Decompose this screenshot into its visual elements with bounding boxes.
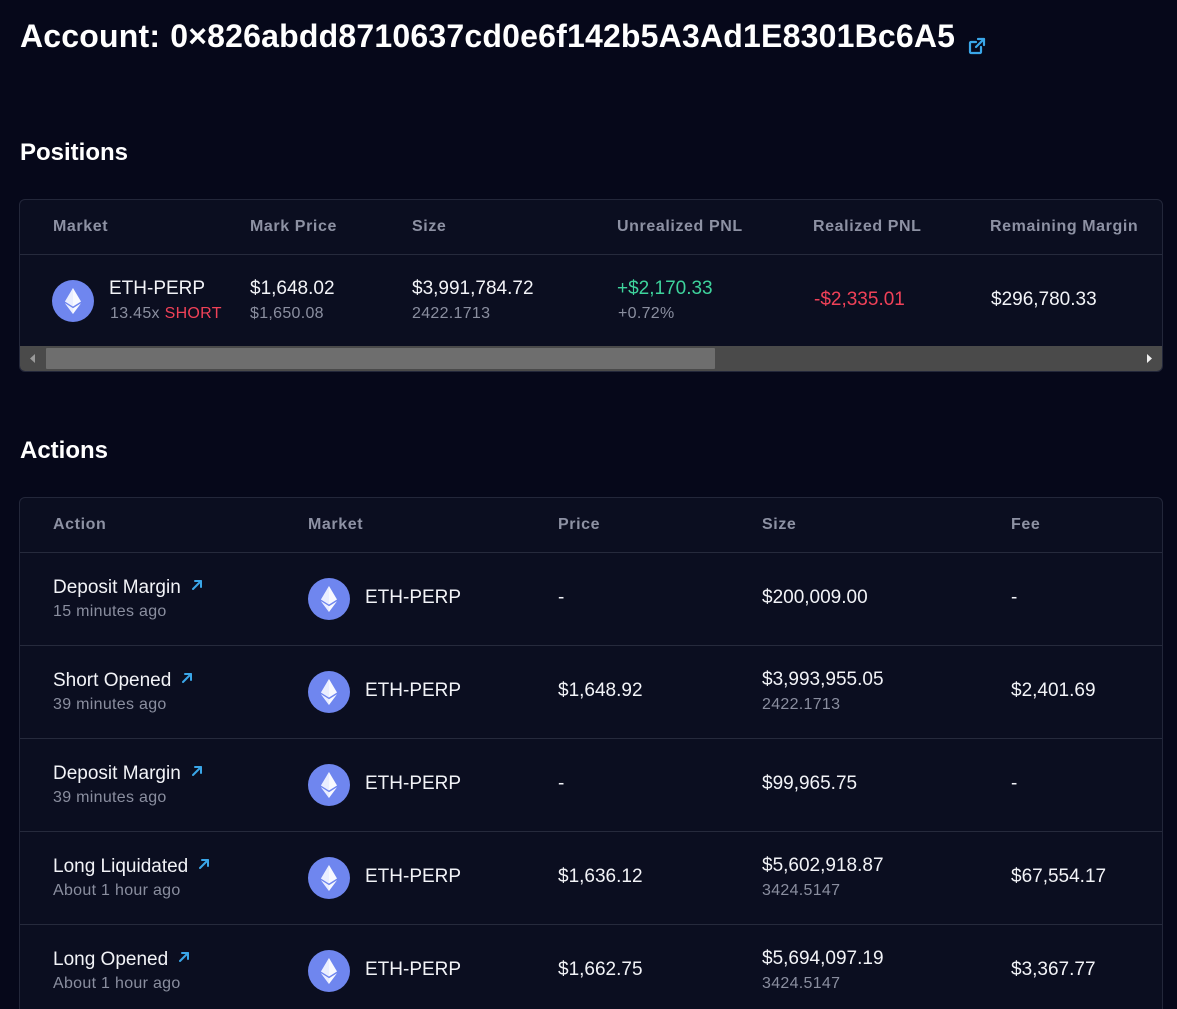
action-name[interactable]: Long Liquidated	[53, 855, 211, 878]
action-size: $5,694,097.19	[762, 948, 884, 969]
ethereum-icon	[52, 280, 94, 322]
unrealized-pnl-pct: +0.72%	[618, 305, 675, 322]
action-size-units: 3424.5147	[762, 975, 841, 992]
action-row[interactable]: Short Opened 39 minutes ago ETH-PERP $1,…	[20, 646, 1162, 739]
position-size-usd: $3,991,784.72	[412, 278, 534, 299]
action-time: 39 minutes ago	[53, 696, 167, 713]
arrow-up-right-icon[interactable]	[197, 855, 211, 869]
page-title: Account: 0×826abdd8710637cd0e6f142b5A3Ad…	[20, 18, 987, 55]
action-label: Deposit Margin	[53, 577, 181, 598]
action-fee: $2,401.69	[1011, 680, 1096, 701]
action-name[interactable]: Deposit Margin	[53, 576, 204, 599]
ethereum-icon	[308, 950, 350, 992]
action-size: $3,993,955.05	[762, 669, 884, 690]
ethereum-icon	[308, 857, 350, 899]
action-label: Long Opened	[53, 949, 169, 970]
index-price: $1,650.08	[250, 305, 324, 322]
action-label: Long Liquidated	[53, 856, 189, 877]
action-price: -	[558, 587, 565, 608]
col-mark-price: Mark Price	[250, 218, 337, 235]
account-label: Account:	[20, 18, 161, 54]
action-name[interactable]: Short Opened	[53, 669, 194, 692]
action-size: $99,965.75	[762, 773, 858, 794]
arrow-up-right-icon[interactable]	[180, 669, 194, 683]
actions-title: Actions	[20, 437, 109, 464]
scroll-right-button[interactable]	[1137, 346, 1162, 371]
action-label: Deposit Margin	[53, 763, 181, 784]
position-row[interactable]: ETH-PERP 13.45x SHORT $1,648.02 $1,650.0…	[20, 255, 1162, 346]
action-price: $1,636.12	[558, 866, 643, 887]
action-time: 39 minutes ago	[53, 789, 167, 806]
action-time: About 1 hour ago	[53, 882, 181, 899]
action-size-units: 2422.1713	[762, 696, 841, 713]
external-link-icon[interactable]	[967, 27, 987, 54]
action-size: $200,009.00	[762, 587, 868, 608]
col-unrealized-pnl: Unrealized PNL	[617, 218, 743, 235]
col-size: Size	[762, 516, 797, 533]
col-remaining-margin: Remaining Margin	[990, 218, 1139, 235]
horizontal-scrollbar[interactable]	[20, 346, 1162, 371]
position-side: SHORT	[164, 305, 222, 322]
col-fee: Fee	[1011, 516, 1041, 533]
action-fee: -	[1011, 587, 1018, 608]
action-market: ETH-PERP	[365, 866, 462, 887]
arrow-up-right-icon[interactable]	[177, 948, 191, 962]
action-market: ETH-PERP	[365, 587, 462, 608]
actions-table: Action Market Price Size Fee Deposit Mar…	[19, 497, 1163, 1009]
position-market: ETH-PERP	[109, 278, 206, 299]
position-size-units: 2422.1713	[412, 305, 491, 322]
action-name[interactable]: Long Opened	[53, 948, 191, 971]
action-market: ETH-PERP	[365, 773, 462, 794]
action-time: About 1 hour ago	[53, 975, 181, 992]
position-leverage-side: 13.45x SHORT	[110, 305, 222, 323]
action-name[interactable]: Deposit Margin	[53, 762, 204, 785]
action-fee: $67,554.17	[1011, 866, 1107, 887]
col-market: Market	[53, 218, 109, 235]
positions-title: Positions	[20, 139, 129, 166]
action-row[interactable]: Long Liquidated About 1 hour ago ETH-PER…	[20, 832, 1162, 925]
col-price: Price	[558, 516, 601, 533]
action-row[interactable]: Deposit Margin 39 minutes ago ETH-PERP -…	[20, 739, 1162, 832]
scroll-left-button[interactable]	[20, 346, 45, 371]
action-price: $1,662.75	[558, 959, 643, 980]
action-market: ETH-PERP	[365, 959, 462, 980]
realized-pnl: -$2,335.01	[814, 289, 905, 310]
positions-table: Market Mark Price Size Unrealized PNL Re…	[19, 199, 1163, 372]
action-row[interactable]: Long Opened About 1 hour ago ETH-PERP $1…	[20, 925, 1162, 1009]
col-action: Action	[53, 516, 107, 533]
action-size-units: 3424.5147	[762, 882, 841, 899]
action-label: Short Opened	[53, 670, 172, 691]
position-leverage: 13.45x	[110, 305, 160, 322]
ethereum-icon	[308, 764, 350, 806]
action-fee: $3,367.77	[1011, 959, 1096, 980]
action-fee: -	[1011, 773, 1018, 794]
action-size: $5,602,918.87	[762, 855, 884, 876]
action-price: -	[558, 773, 565, 794]
col-market: Market	[308, 516, 364, 533]
action-market: ETH-PERP	[365, 680, 462, 701]
ethereum-icon	[308, 578, 350, 620]
remaining-margin: $296,780.33	[991, 289, 1097, 310]
mark-price: $1,648.02	[250, 278, 335, 299]
action-time: 15 minutes ago	[53, 603, 167, 620]
ethereum-icon	[308, 671, 350, 713]
col-realized-pnl: Realized PNL	[813, 218, 922, 235]
arrow-up-right-icon[interactable]	[190, 576, 204, 590]
scroll-thumb[interactable]	[46, 348, 715, 369]
unrealized-pnl: +$2,170.33	[617, 278, 713, 299]
action-row[interactable]: Deposit Margin 15 minutes ago ETH-PERP -…	[20, 553, 1162, 646]
account-address: 0×826abdd8710637cd0e6f142b5A3Ad1E8301Bc6…	[170, 18, 956, 54]
arrow-up-right-icon[interactable]	[190, 762, 204, 776]
col-size: Size	[412, 218, 447, 235]
action-price: $1,648.92	[558, 680, 643, 701]
